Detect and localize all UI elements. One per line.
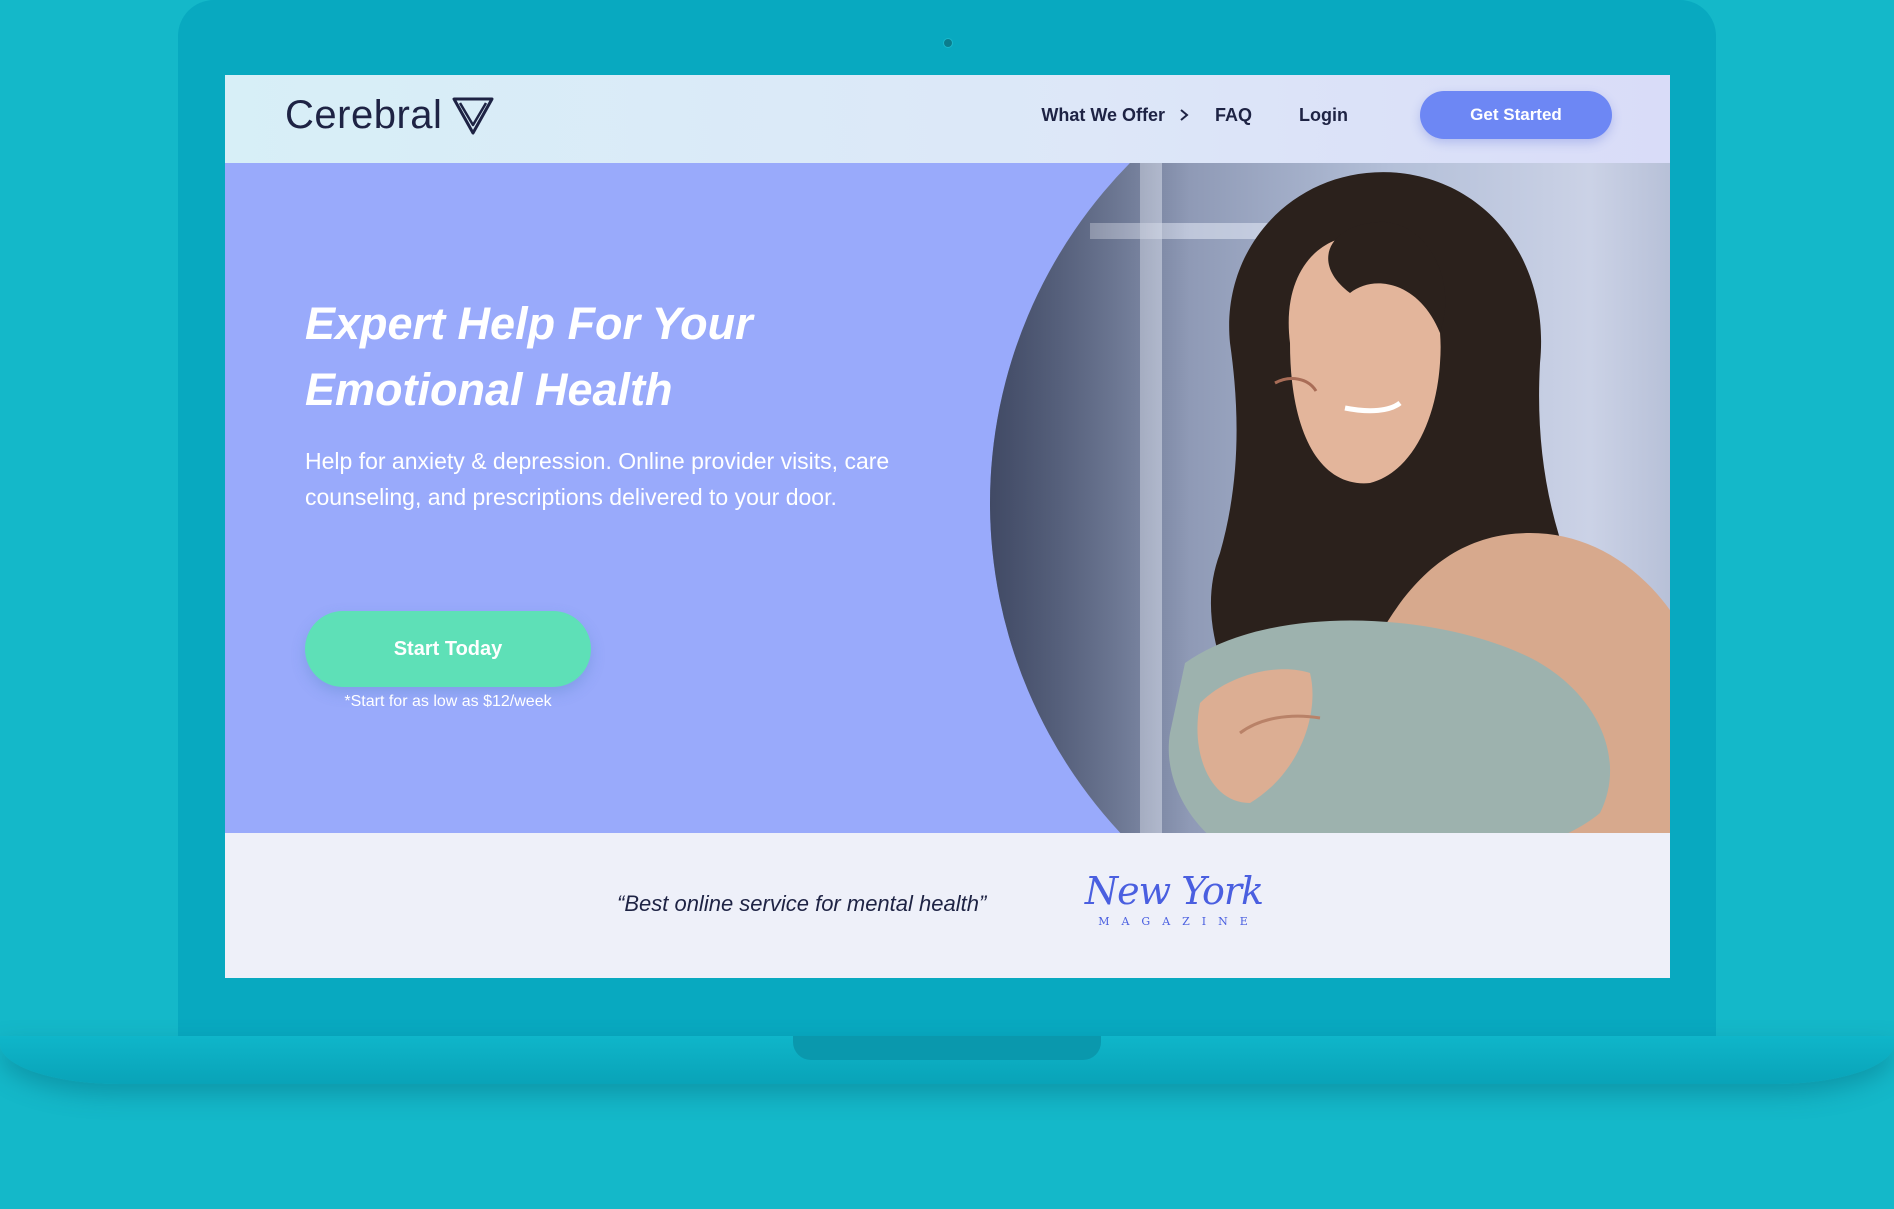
- hero-title: Expert Help For Your Emotional Health: [305, 298, 753, 415]
- price-note: *Start for as low as $12/week: [344, 693, 552, 710]
- triangle-logo-icon: [452, 97, 494, 134]
- start-today-button[interactable]: Start Today: [305, 611, 591, 687]
- get-started-button[interactable]: Get Started: [1420, 91, 1612, 139]
- brand-name: Cerebral: [285, 93, 443, 137]
- nav-what-we-offer-label: What We Offer: [1041, 104, 1165, 125]
- hero-section: Expert Help For Your Emotional Health He…: [225, 163, 1670, 833]
- new-york-magazine-subtitle: MAGAZINE: [1098, 915, 1260, 928]
- brand-logo[interactable]: Cerebral: [285, 93, 494, 138]
- main-nav: What We Offer FAQ Login Get Started: [1041, 91, 1612, 139]
- nav-faq[interactable]: FAQ: [1215, 105, 1252, 126]
- chevron-right-icon: [1180, 109, 1189, 121]
- camera-dot: [943, 38, 953, 48]
- nav-what-we-offer[interactable]: What We Offer: [1041, 105, 1189, 126]
- hero-photo: [990, 163, 1670, 833]
- hero-subtitle: Help for anxiety & depression. Online pr…: [305, 448, 890, 510]
- press-section: “Best online service for mental health” …: [225, 833, 1670, 978]
- laptop-base-notch: [793, 1036, 1101, 1060]
- nav-login[interactable]: Login: [1299, 105, 1348, 126]
- press-quote: “Best online service for mental health”: [617, 891, 987, 916]
- site-header: Cerebral What We Offer FAQ Login Get Sta…: [225, 75, 1670, 163]
- new-york-magazine-title: New York: [1084, 869, 1264, 913]
- laptop-screen: Cerebral What We Offer FAQ Login Get Sta…: [225, 75, 1670, 978]
- new-york-magazine-logo: New York MAGAZINE: [1067, 869, 1281, 941]
- woman-with-pillow-illustration: [1168, 172, 1670, 833]
